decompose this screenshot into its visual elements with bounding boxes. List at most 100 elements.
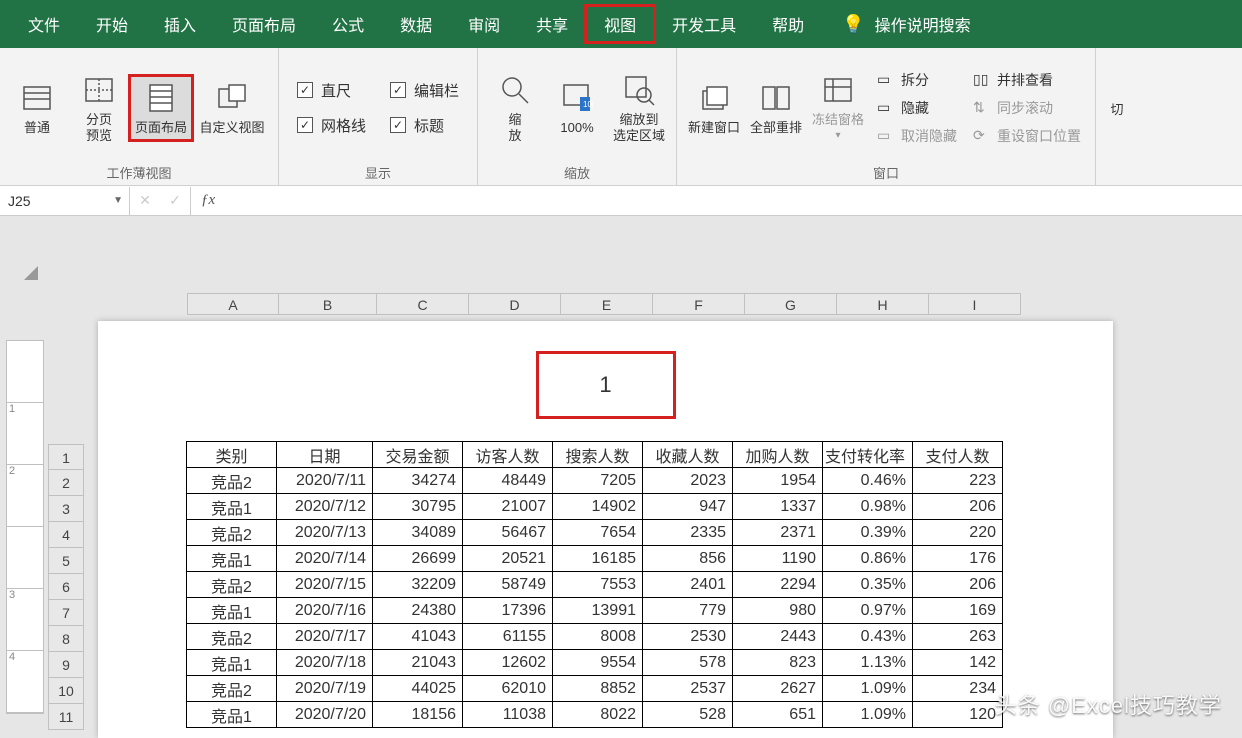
tab-共享[interactable]: 共享 <box>518 6 586 42</box>
table-row[interactable]: 竞品22020/7/1134274484497205202319540.46%2… <box>187 468 1003 494</box>
cell[interactable]: 竞品2 <box>187 520 277 546</box>
cell[interactable]: 2020/7/19 <box>277 676 373 702</box>
cell[interactable]: 263 <box>913 624 1003 650</box>
th-4[interactable]: 搜索人数 <box>553 442 643 468</box>
cell[interactable]: 9554 <box>553 650 643 676</box>
cell[interactable]: 2530 <box>643 624 733 650</box>
row-header-11[interactable]: 11 <box>48 704 84 730</box>
th-7[interactable]: 支付转化率 <box>823 442 913 468</box>
cell[interactable]: 8852 <box>553 676 643 702</box>
cell[interactable]: 0.39% <box>823 520 913 546</box>
table-row[interactable]: 竞品22020/7/1944025620108852253726271.09%2… <box>187 676 1003 702</box>
window-arrange-button[interactable]: 全部重排 <box>745 76 807 140</box>
zoom-hundred-button[interactable]: 100100% <box>546 76 608 140</box>
view-custom-button[interactable]: 自定义视图 <box>192 76 272 140</box>
cell[interactable]: 220 <box>913 520 1003 546</box>
th-2[interactable]: 交易金额 <box>373 442 463 468</box>
cell[interactable]: 13991 <box>553 598 643 624</box>
window-newwin-button[interactable]: 新建窗口 <box>683 76 745 140</box>
table-row[interactable]: 竞品22020/7/1532209587497553240122940.35%2… <box>187 572 1003 598</box>
th-6[interactable]: 加购人数 <box>733 442 823 468</box>
cell[interactable]: 竞品1 <box>187 702 277 728</box>
table-row[interactable]: 竞品22020/7/1334089564677654233523710.39%2… <box>187 520 1003 546</box>
row-header-8[interactable]: 8 <box>48 626 84 652</box>
cell[interactable]: 竞品2 <box>187 572 277 598</box>
cell[interactable]: 2627 <box>733 676 823 702</box>
row-header-9[interactable]: 9 <box>48 652 84 678</box>
tab-数据[interactable]: 数据 <box>382 6 450 42</box>
cell[interactable]: 120 <box>913 702 1003 728</box>
cell[interactable]: 0.97% <box>823 598 913 624</box>
name-box[interactable]: J25 ▼ <box>0 187 130 215</box>
chevron-down-icon[interactable]: ▼ <box>113 195 123 206</box>
cell[interactable]: 169 <box>913 598 1003 624</box>
row-header-1[interactable]: 1 <box>48 444 84 470</box>
col-header-F[interactable]: F <box>653 293 745 315</box>
tab-开发工具[interactable]: 开发工具 <box>654 6 754 42</box>
tab-页面布局[interactable]: 页面布局 <box>214 6 314 42</box>
tab-审阅[interactable]: 审阅 <box>450 6 518 42</box>
cell[interactable]: 528 <box>643 702 733 728</box>
cell[interactable]: 1954 <box>733 468 823 494</box>
enter-icon[interactable]: ✓ <box>160 192 190 209</box>
switch-windows-button[interactable]: 切 <box>1102 94 1132 122</box>
cell[interactable]: 2335 <box>643 520 733 546</box>
cell[interactable]: 779 <box>643 598 733 624</box>
view-layout-button[interactable]: 页面布局 <box>130 76 192 140</box>
col-header-B[interactable]: B <box>279 293 377 315</box>
cell[interactable]: 41043 <box>373 624 463 650</box>
row-header-2[interactable]: 2 <box>48 470 84 496</box>
table-row[interactable]: 竞品12020/7/20181561103880225286511.09%120 <box>187 702 1003 728</box>
cell[interactable]: 0.46% <box>823 468 913 494</box>
cell[interactable]: 11038 <box>463 702 553 728</box>
cmd-side-by-side[interactable]: ▯▯并排查看 <box>969 68 1085 92</box>
cell[interactable]: 142 <box>913 650 1003 676</box>
th-1[interactable]: 日期 <box>277 442 373 468</box>
cell[interactable]: 2020/7/16 <box>277 598 373 624</box>
cell[interactable]: 7654 <box>553 520 643 546</box>
tab-文件[interactable]: 文件 <box>10 6 78 42</box>
cell[interactable]: 206 <box>913 572 1003 598</box>
cell[interactable]: 2020/7/13 <box>277 520 373 546</box>
th-0[interactable]: 类别 <box>187 442 277 468</box>
cell[interactable]: 16185 <box>553 546 643 572</box>
tab-视图[interactable]: 视图 <box>586 6 654 42</box>
cell[interactable]: 21043 <box>373 650 463 676</box>
tab-公式[interactable]: 公式 <box>314 6 382 42</box>
cell[interactable]: 1337 <box>733 494 823 520</box>
page-header-number-box[interactable]: 1 <box>536 351 676 419</box>
check-gridlines[interactable]: ✓网格线 <box>297 115 366 136</box>
cell[interactable]: 18156 <box>373 702 463 728</box>
cell[interactable]: 26699 <box>373 546 463 572</box>
row-header-3[interactable]: 3 <box>48 496 84 522</box>
check-ruler[interactable]: ✓直尺 <box>297 80 366 101</box>
cell[interactable]: 48449 <box>463 468 553 494</box>
cell[interactable]: 58749 <box>463 572 553 598</box>
cell[interactable]: 578 <box>643 650 733 676</box>
row-header-10[interactable]: 10 <box>48 678 84 704</box>
table-row[interactable]: 竞品12020/7/162438017396139917799800.97%16… <box>187 598 1003 624</box>
cell[interactable]: 223 <box>913 468 1003 494</box>
cell[interactable]: 2023 <box>643 468 733 494</box>
cell[interactable]: 竞品1 <box>187 546 277 572</box>
col-header-I[interactable]: I <box>929 293 1021 315</box>
table-row[interactable]: 竞品12020/7/1426699205211618585611900.86%1… <box>187 546 1003 572</box>
check-formula-bar[interactable]: ✓编辑栏 <box>390 80 459 101</box>
cell[interactable]: 2020/7/11 <box>277 468 373 494</box>
cmd-split[interactable]: ▭拆分 <box>873 68 961 92</box>
cmd-hide[interactable]: ▭隐藏 <box>873 96 961 120</box>
cell[interactable]: 竞品1 <box>187 650 277 676</box>
fx-icon[interactable]: ƒx <box>191 192 225 209</box>
check-headings[interactable]: ✓标题 <box>390 115 459 136</box>
cell[interactable]: 980 <box>733 598 823 624</box>
cell[interactable]: 61155 <box>463 624 553 650</box>
tab-插入[interactable]: 插入 <box>146 6 214 42</box>
view-break-button[interactable]: 分页预览 <box>68 68 130 148</box>
row-header-5[interactable]: 5 <box>48 548 84 574</box>
th-3[interactable]: 访客人数 <box>463 442 553 468</box>
cell[interactable]: 2020/7/14 <box>277 546 373 572</box>
zoom-zoom-button[interactable]: 缩放 <box>484 68 546 148</box>
cell[interactable]: 44025 <box>373 676 463 702</box>
cell[interactable]: 1.13% <box>823 650 913 676</box>
cell[interactable]: 2443 <box>733 624 823 650</box>
